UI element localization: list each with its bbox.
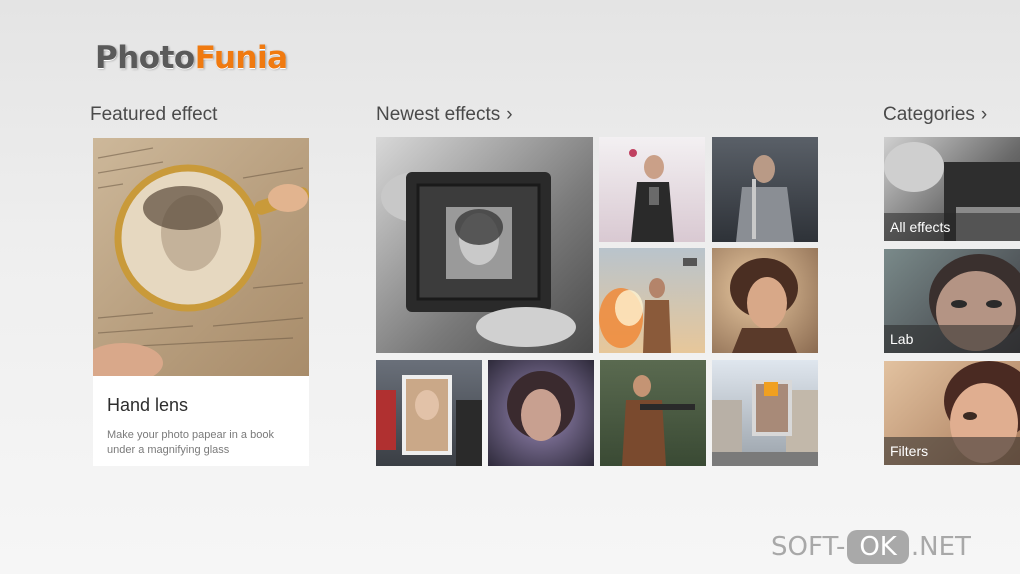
category-label: Filters bbox=[884, 437, 1020, 465]
featured-effect-title: Hand lens bbox=[107, 395, 189, 415]
effect-tile-explosion[interactable] bbox=[599, 248, 705, 353]
category-label: All effects bbox=[884, 213, 1020, 241]
chevron-right-icon: › bbox=[980, 104, 988, 125]
effect-tile-knight[interactable] bbox=[712, 137, 818, 242]
category-lab[interactable]: Lab bbox=[884, 249, 1020, 353]
featured-effect-image bbox=[93, 138, 309, 376]
watermark: SOFT- OK .NET bbox=[771, 530, 971, 564]
effect-tile-billboard[interactable] bbox=[376, 360, 482, 466]
effect-tile-action-girl[interactable] bbox=[599, 137, 705, 242]
categories-link[interactable]: Categories › bbox=[883, 104, 987, 126]
effect-thumbnail bbox=[629, 149, 674, 242]
effect-tile-purple-portrait[interactable] bbox=[488, 360, 594, 466]
effect-thumbnail bbox=[599, 258, 697, 353]
category-all-effects[interactable]: All effects bbox=[884, 137, 1020, 241]
effect-thumbnail bbox=[381, 172, 576, 347]
watermark-pill: OK bbox=[847, 530, 909, 564]
chevron-right-icon: › bbox=[506, 104, 513, 125]
featured-effect-tile[interactable]: Hand lens Make your photo papear in a bo… bbox=[93, 138, 309, 466]
featured-effect-description: Make your photo papear in a book under a… bbox=[107, 429, 274, 456]
effect-tile-portrait-glow[interactable] bbox=[712, 248, 818, 353]
app-logo: PhotoFunia bbox=[95, 40, 288, 76]
effect-tile-soldier[interactable] bbox=[600, 360, 706, 466]
effect-thumbnail bbox=[376, 375, 482, 466]
effect-thumbnail bbox=[712, 380, 818, 466]
effect-thumbnail bbox=[507, 371, 575, 441]
category-label: Lab bbox=[884, 325, 1020, 353]
newest-effects-link[interactable]: Newest effects › bbox=[376, 104, 513, 126]
effect-tile-ornate-frame[interactable] bbox=[376, 137, 593, 353]
effect-thumbnail bbox=[730, 258, 798, 353]
effect-thumbnail bbox=[736, 155, 794, 242]
effect-tile-city-screen[interactable] bbox=[712, 360, 818, 466]
category-filters[interactable]: Filters bbox=[884, 361, 1020, 465]
featured-heading: Featured effect bbox=[90, 104, 218, 125]
effect-thumbnail bbox=[622, 375, 695, 466]
